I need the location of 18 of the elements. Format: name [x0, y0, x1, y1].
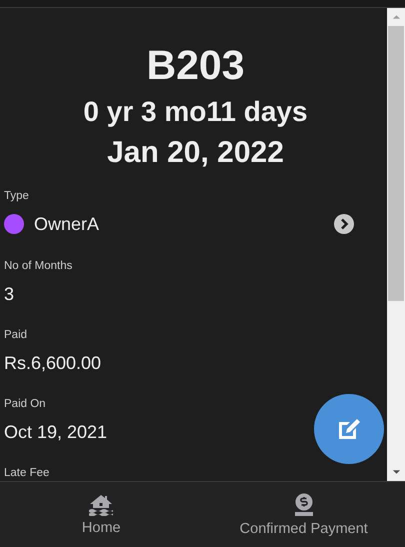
- field-label: Type: [4, 189, 30, 203]
- field-value: OwnerA: [34, 213, 100, 236]
- unit-title: B203: [146, 41, 244, 89]
- chevron-icon[interactable]: [334, 214, 354, 234]
- scrollbar[interactable]: [387, 8, 405, 481]
- field-label: Paid On: [4, 397, 47, 411]
- date-text: Jan 20, 2022: [107, 135, 284, 171]
- field-label: No of Months: [4, 259, 74, 273]
- field-label: Late Fee: [4, 466, 50, 480]
- field-value: Oct 19, 2021: [4, 421, 108, 444]
- nav-tab[interactable]: Home: [0, 482, 202, 547]
- duration-text: 0 yr 3 mo11 days: [83, 95, 308, 129]
- house-icon: [88, 494, 114, 516]
- field-value: 3: [4, 283, 14, 306]
- nav-tab[interactable]: Confirmed Payment: [202, 482, 405, 547]
- scroll-down-icon[interactable]: [392, 469, 400, 475]
- field-label: Paid: [4, 328, 28, 342]
- field-value: Rs.6,600.00: [4, 352, 102, 375]
